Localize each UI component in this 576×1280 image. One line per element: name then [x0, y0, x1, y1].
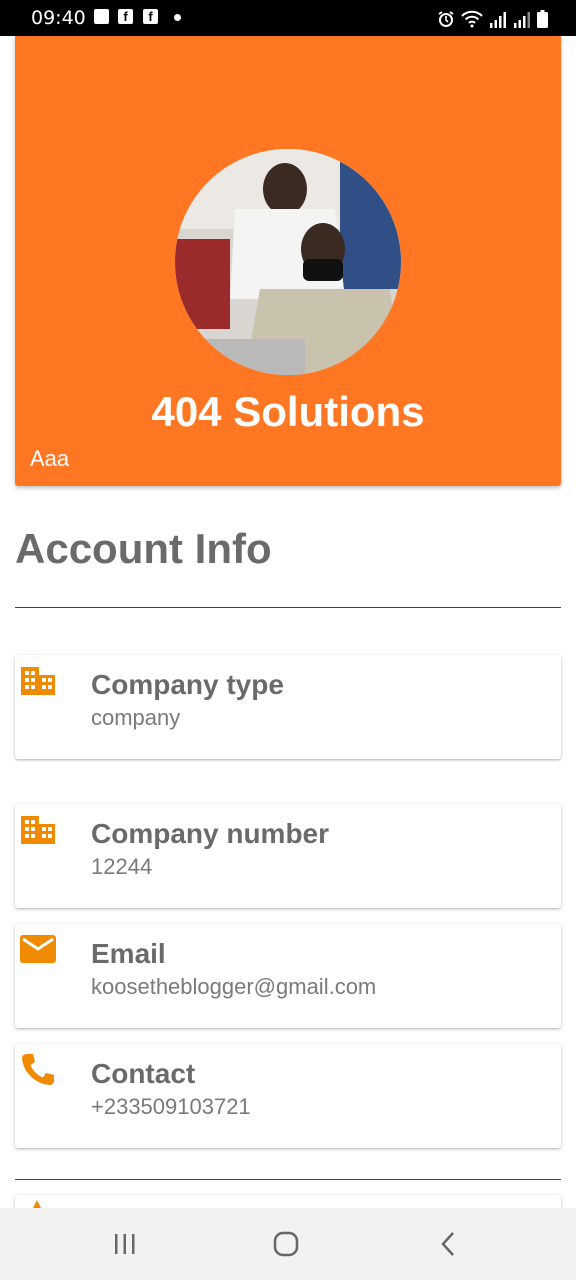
home-icon[interactable] [266, 1228, 306, 1260]
signal-icon [514, 12, 530, 28]
info-value: koosetheblogger@gmail.com [91, 974, 377, 999]
info-label: Contact [91, 1058, 196, 1089]
info-label: Email [91, 938, 166, 969]
info-value: +233509103721 [91, 1094, 251, 1119]
info-card-contact[interactable]: Contact +233509103721 [15, 1044, 561, 1148]
signal-icon [490, 12, 506, 28]
dot-icon [174, 14, 181, 21]
back-icon[interactable] [428, 1228, 468, 1260]
image-icon [94, 9, 109, 24]
avatar-photo [175, 149, 401, 375]
info-card-company-number[interactable]: Company number 12244 [15, 804, 561, 908]
company-name: 404 Solutions [151, 388, 425, 435]
info-label: Company number [91, 818, 330, 849]
info-value: 12244 [91, 854, 153, 879]
email-icon [20, 935, 56, 963]
recent-apps-icon[interactable] [105, 1228, 145, 1260]
status-time: 09:40 [31, 7, 86, 29]
info-label: Company type [91, 669, 284, 700]
alarm-icon [438, 11, 454, 27]
info-value: company [91, 705, 181, 730]
building-icon [21, 667, 55, 695]
info-card-company-type[interactable]: Company type company [15, 655, 561, 759]
facebook-icon: f [143, 9, 158, 24]
company-avatar[interactable] [175, 149, 401, 375]
wifi-icon [461, 10, 483, 28]
header-subtitle: Aaa [30, 446, 70, 471]
section-title: Account Info [15, 525, 272, 572]
section-divider [15, 607, 561, 608]
navigation-bar [0, 1208, 576, 1280]
bottom-divider [15, 1179, 561, 1180]
phone-icon [22, 1054, 54, 1085]
building-icon [21, 816, 55, 844]
status-bar: 09:40 f f [0, 0, 576, 36]
profile-header: 404 Solutions Aaa [15, 36, 561, 486]
info-card-email[interactable]: Email koosetheblogger@gmail.com [15, 924, 561, 1028]
facebook-icon: f [118, 9, 133, 24]
battery-icon [537, 10, 548, 28]
